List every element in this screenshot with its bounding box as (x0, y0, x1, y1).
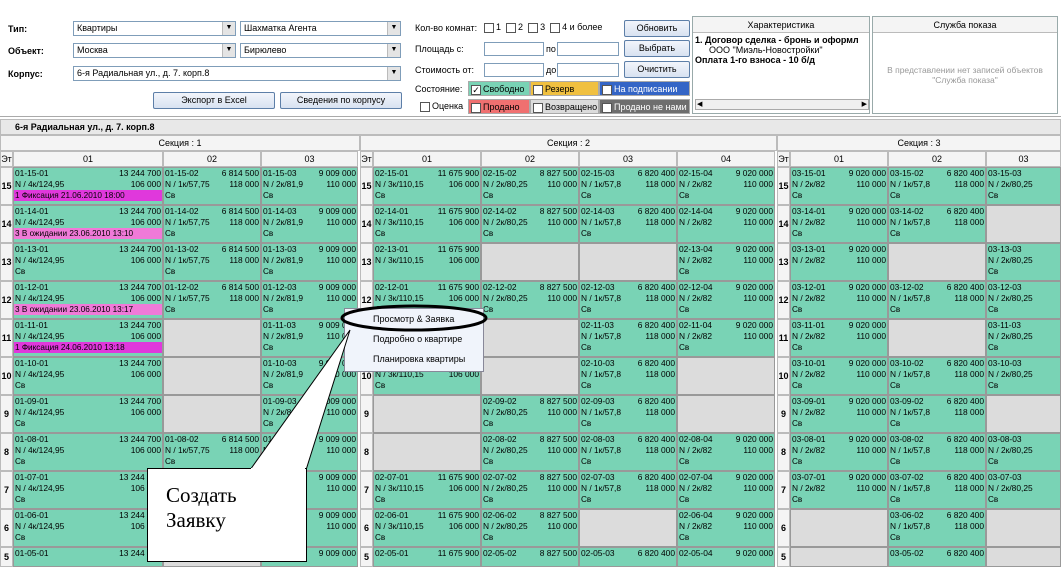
callout-pointer-cover (251, 468, 305, 470)
